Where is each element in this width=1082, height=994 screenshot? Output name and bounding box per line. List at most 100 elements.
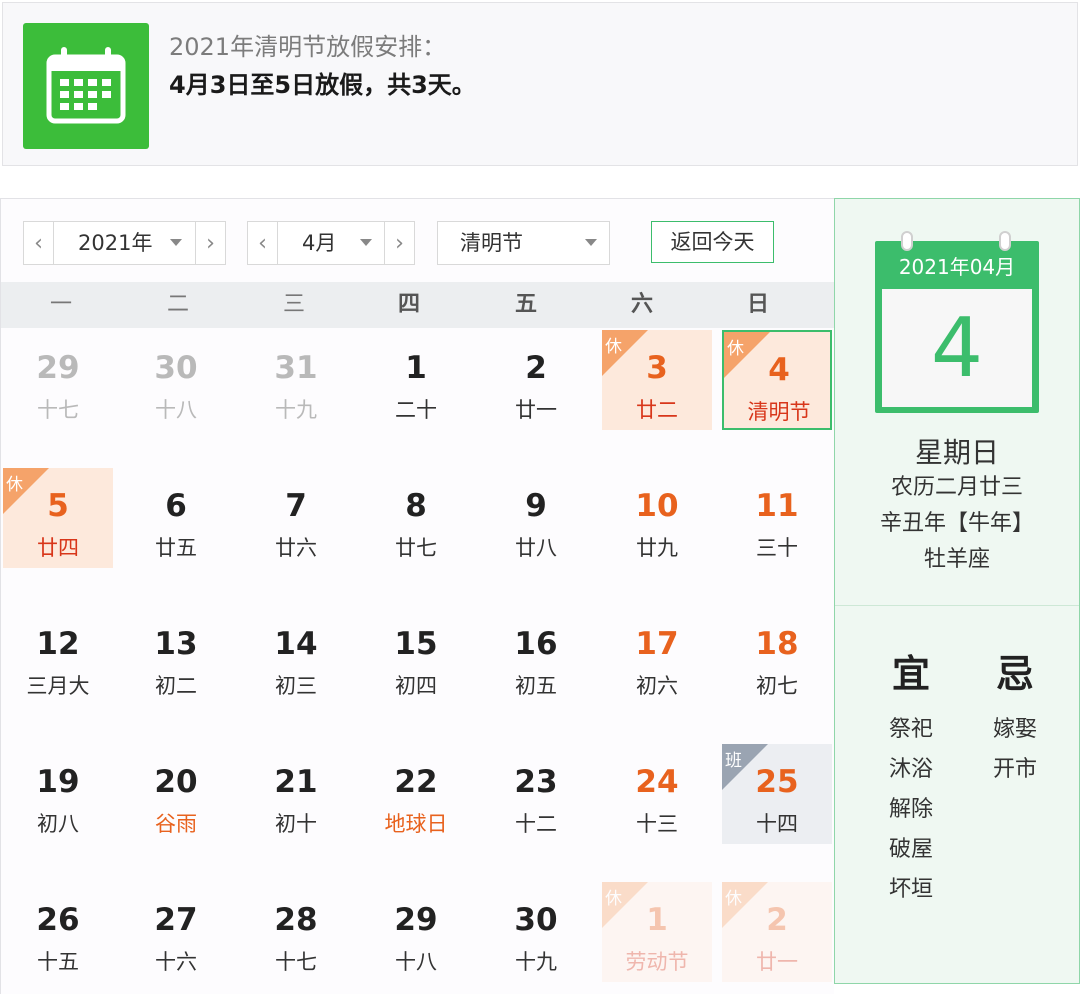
day-number: 16 — [514, 626, 558, 662]
day-number: 3 — [646, 350, 668, 386]
day-number: 30 — [154, 350, 198, 386]
lunar-label: 初八 — [37, 812, 79, 836]
calendar-day-cell[interactable]: 休 2 廿一 — [722, 882, 832, 982]
calendar-day-cell[interactable]: 班 25 十四 — [722, 744, 832, 844]
calendar-day-cell[interactable]: 27 十六 — [121, 882, 231, 982]
weekday-label: 四 — [397, 292, 420, 317]
date-card-year-month: 2021年04月 — [898, 255, 1016, 279]
chevron-down-icon[interactable] — [360, 239, 372, 246]
month-selector[interactable]: ‹ 4月 › — [247, 221, 415, 265]
calendar-day-cell[interactable]: 23 十二 — [481, 744, 591, 844]
lunar-label: 廿二 — [636, 398, 678, 422]
day-number: 11 — [755, 488, 799, 524]
lunar-label: 初六 — [636, 674, 678, 698]
day-number: 14 — [274, 626, 318, 662]
calendar-day-cell[interactable]: 21 初十 — [241, 744, 351, 844]
lunar-label: 初七 — [756, 674, 798, 698]
lunar-label: 初二 — [155, 674, 197, 698]
calendar-day-cell[interactable]: 20 谷雨 — [121, 744, 231, 844]
lunar-label: 廿五 — [155, 536, 197, 560]
calendar-day-cell[interactable]: 31 十九 — [241, 330, 351, 430]
month-value[interactable]: 4月 — [302, 222, 336, 264]
calendar-day-cell[interactable]: 30 十八 — [121, 330, 231, 430]
calendar-day-cell[interactable]: 29 十七 — [3, 330, 113, 430]
suitable-item: 祭祀 — [888, 717, 933, 742]
lunar-label: 初五 — [515, 674, 557, 698]
suitable-list: 宜 祭祀 沐浴 解除 破屋 坏垣 — [871, 643, 951, 910]
weekday-label: 六 — [630, 292, 653, 317]
year-value[interactable]: 2021年 — [78, 222, 152, 264]
notice-text: 4月3日至5日放假，共3天。 — [169, 71, 476, 99]
calendar-day-cell[interactable]: 26 十五 — [3, 882, 113, 982]
day-detail-panel: 2021年04月 4 星期日 农历二月廿三 辛丑年【牛年】 牡羊座 宜 祭祀 沐… — [834, 198, 1080, 984]
day-number: 29 — [36, 350, 80, 386]
weekday-label: 日 — [746, 292, 769, 317]
suitable-title: 宜 — [891, 652, 930, 696]
day-number: 7 — [285, 488, 307, 524]
lunar-label: 劳动节 — [625, 950, 689, 974]
calendar-day-cell[interactable]: 6 廿五 — [121, 468, 231, 568]
lunar-label: 十七 — [37, 398, 79, 422]
avoid-item: 嫁娶 — [992, 717, 1037, 742]
lunar-label: 十五 — [37, 950, 79, 974]
day-number: 28 — [274, 902, 318, 938]
calendar-day-cell[interactable]: 9 廿八 — [481, 468, 591, 568]
calendar-day-cell[interactable]: 8 廿七 — [361, 468, 471, 568]
year-selector[interactable]: ‹ 2021年 › — [23, 221, 226, 265]
calendar-day-cell[interactable]: 17 初六 — [602, 606, 712, 706]
calendar-day-cell[interactable]: 14 初三 — [241, 606, 351, 706]
calendar-day-cell[interactable]: 休 4 清明节 — [722, 330, 832, 430]
calendar-day-cell[interactable]: 18 初七 — [722, 606, 832, 706]
lunar-label: 廿一 — [515, 398, 557, 422]
calendar-day-cell[interactable]: 休 3 廿二 — [602, 330, 712, 430]
calendar-day-cell[interactable]: 1 二十 — [361, 330, 471, 430]
day-number: 9 — [525, 488, 547, 524]
chevron-down-icon[interactable] — [170, 239, 182, 246]
weekday-text: 星期日 — [914, 436, 999, 469]
calendar-day-cell[interactable]: 休 1 劳动节 — [602, 882, 712, 982]
calendar-day-cell[interactable]: 12 三月大 — [3, 606, 113, 706]
lunar-label: 三月大 — [26, 674, 90, 698]
calendar-day-cell[interactable]: 24 十三 — [602, 744, 712, 844]
next-month-button[interactable]: › — [384, 222, 414, 264]
lunar-label: 十二 — [515, 812, 557, 836]
calendar-day-cell[interactable]: 19 初八 — [3, 744, 113, 844]
lunar-label: 廿八 — [515, 536, 557, 560]
prev-year-button[interactable]: ‹ — [24, 222, 54, 264]
day-number: 8 — [405, 488, 427, 524]
day-number: 20 — [154, 764, 198, 800]
day-number: 1 — [646, 902, 668, 938]
day-number: 12 — [36, 626, 80, 662]
lunar-label: 谷雨 — [155, 812, 197, 836]
calendar-day-cell[interactable]: 休 5 廿四 — [3, 468, 113, 568]
lunar-label: 十三 — [636, 812, 678, 836]
notice-title: 2021年清明节放假安排： — [169, 33, 447, 61]
calendar-day-cell[interactable]: 2 廿一 — [481, 330, 591, 430]
calendar-day-cell[interactable]: 11 三十 — [722, 468, 832, 568]
prev-month-button[interactable]: ‹ — [248, 222, 278, 264]
calendar-day-cell[interactable]: 22 地球日 — [361, 744, 471, 844]
next-year-button[interactable]: › — [195, 222, 225, 264]
lunar-label: 初十 — [275, 812, 317, 836]
calendar-day-cell[interactable]: 29 十八 — [361, 882, 471, 982]
back-to-today-button[interactable]: 返回今天 — [651, 221, 774, 263]
day-number: 22 — [394, 764, 438, 800]
calendar-day-cell[interactable]: 30 十九 — [481, 882, 591, 982]
suitable-item: 破屋 — [888, 837, 933, 862]
avoid-list: 忌 嫁娶 开市 — [975, 643, 1055, 790]
calendar-day-cell[interactable]: 10 廿九 — [602, 468, 712, 568]
day-number: 6 — [165, 488, 187, 524]
holiday-value[interactable]: 清明节 — [460, 222, 523, 264]
calendar-day-cell[interactable]: 7 廿六 — [241, 468, 351, 568]
ganzhi-year: 辛丑年【牛年】 — [879, 511, 1034, 536]
calendar-day-cell[interactable]: 15 初四 — [361, 606, 471, 706]
lunar-label: 十九 — [515, 950, 557, 974]
calendar-day-cell[interactable]: 16 初五 — [481, 606, 591, 706]
lunar-label: 二十 — [395, 398, 437, 422]
lunar-label: 清明节 — [747, 400, 811, 424]
chevron-down-icon[interactable] — [585, 239, 597, 246]
day-number: 25 — [755, 764, 799, 800]
calendar-day-cell[interactable]: 28 十七 — [241, 882, 351, 982]
holiday-selector[interactable]: 清明节 — [437, 221, 610, 265]
calendar-day-cell[interactable]: 13 初二 — [121, 606, 231, 706]
